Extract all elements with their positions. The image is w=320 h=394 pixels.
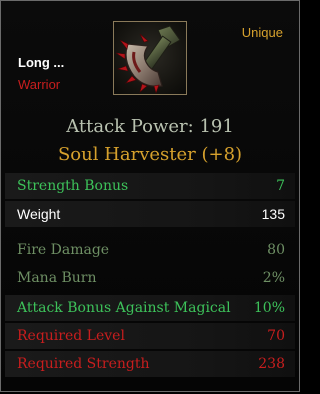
- item-title: Soul Harvester (+8): [57, 144, 243, 165]
- stat-label: Attack Bonus Against Magical: [17, 300, 231, 316]
- stat-mana-burn: Mana Burn 2%: [5, 265, 295, 291]
- attack-power: Attack Power: 191: [66, 116, 234, 137]
- stat-value: 70: [267, 328, 285, 344]
- stat-value: 135: [261, 206, 285, 222]
- stat-label: Strength Bonus: [17, 178, 129, 194]
- stat-fire-damage: Fire Damage 80: [5, 237, 295, 263]
- stat-required-level: Required Level 70: [5, 323, 295, 349]
- stat-label: Required Strength: [17, 356, 150, 372]
- stat-value: 2%: [262, 270, 285, 286]
- item-icon-frame: [113, 21, 187, 95]
- stat-value: 10%: [253, 300, 285, 316]
- stat-label: Required Level: [17, 328, 125, 344]
- stat-label: Weight: [17, 206, 61, 222]
- stat-label: Fire Damage: [17, 242, 110, 258]
- class-requirement: Warrior: [18, 77, 61, 92]
- stat-strength-bonus: Strength Bonus 7: [5, 173, 295, 199]
- stat-attack-bonus-magical: Attack Bonus Against Magical 10%: [5, 295, 295, 321]
- axe-icon: [115, 25, 181, 94]
- stat-value: 80: [267, 242, 285, 258]
- stat-value: 238: [258, 356, 285, 372]
- stat-weight: Weight 135: [5, 201, 295, 227]
- stat-value: 7: [276, 178, 285, 194]
- stat-label: Mana Burn: [17, 270, 97, 286]
- item-rarity: Unique: [241, 25, 283, 40]
- item-short-name: Long ...: [18, 55, 65, 70]
- stat-required-strength: Required Strength 238: [5, 351, 295, 377]
- item-tooltip: Unique Long ... Warrior Attack Power: 19…: [0, 0, 300, 392]
